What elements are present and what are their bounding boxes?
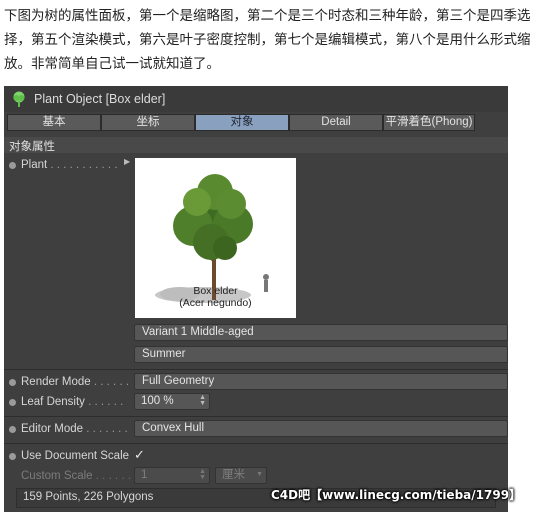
plant-anim-dot[interactable] xyxy=(9,162,16,169)
custom-scale-spinner[interactable]: 1 ▲ ▼ xyxy=(134,467,210,484)
plant-expand-arrow-icon[interactable]: ▶ xyxy=(124,157,130,166)
tab-coordinates[interactable]: 坐标 xyxy=(101,114,195,131)
divider xyxy=(4,443,508,444)
render-mode-dropdown[interactable]: Full Geometry xyxy=(134,373,508,390)
tab-phong[interactable]: 平滑着色(Phong) xyxy=(383,114,475,131)
spinner-arrows-icon[interactable]: ▲ ▼ xyxy=(199,468,206,481)
use-document-scale-anim-dot[interactable] xyxy=(9,453,16,460)
variant-dropdown[interactable]: Variant 1 Middle-aged xyxy=(134,324,508,341)
chevron-down-icon: ▼ xyxy=(256,471,263,478)
section-title: 对象属性 xyxy=(9,141,55,153)
use-document-scale-label: Use Document Scale xyxy=(21,450,130,462)
use-document-scale-checkbox[interactable]: ✓ xyxy=(134,448,148,462)
divider xyxy=(4,369,508,370)
divider xyxy=(4,416,508,417)
plant-object-panel: Plant Object [Box elder] 基本 坐标 对象 Detail… xyxy=(4,86,508,512)
thumbnail-caption-latin: (Acer negundo) xyxy=(179,297,252,309)
tab-bar: 基本 坐标 对象 Detail 平滑着色(Phong) xyxy=(7,114,505,131)
panel-title: Plant Object [Box elder] xyxy=(34,92,166,106)
editor-mode-anim-dot[interactable] xyxy=(9,426,16,433)
custom-scale-value: 1 xyxy=(141,469,148,481)
leaf-density-value: 100 % xyxy=(141,395,174,407)
status-text: 159 Points, 226 Polygons xyxy=(23,491,154,503)
tree-icon xyxy=(13,91,25,107)
spinner-arrows-icon[interactable]: ▲ ▼ xyxy=(199,394,206,407)
watermark-text: C4D吧【www.linecg.com/tieba/1799】 xyxy=(271,488,522,502)
thumbnail-caption-name: Box elder xyxy=(193,285,238,297)
leaf-density-anim-dot[interactable] xyxy=(9,399,16,406)
tab-basic[interactable]: 基本 xyxy=(7,114,101,131)
render-mode-label: Render Mode . . . . . . xyxy=(21,376,130,388)
plant-thumbnail[interactable]: Box elder (Acer negundo) xyxy=(135,158,296,318)
section-header: 对象属性 xyxy=(4,137,508,153)
season-dropdown[interactable]: Summer xyxy=(134,346,508,363)
tab-object[interactable]: 对象 xyxy=(195,114,289,131)
custom-scale-label: Custom Scale . . . . . . xyxy=(21,470,131,482)
plant-label: Plant . . . . . . . . . . . xyxy=(21,159,118,171)
custom-scale-unit-dropdown[interactable]: 厘米 ▼ xyxy=(215,467,267,484)
tab-detail[interactable]: Detail xyxy=(289,114,383,131)
panel-titlebar: Plant Object [Box elder] xyxy=(4,86,508,112)
intro-paragraph: 下图为树的属性面板，第一个是缩略图，第二个是三个时态和三种年龄，第三个是四季选择… xyxy=(4,8,531,72)
custom-scale-unit: 厘米 xyxy=(222,469,245,481)
leaf-density-spinner[interactable]: 100 % ▲ ▼ xyxy=(134,393,210,410)
editor-mode-label: Editor Mode . . . . . . . xyxy=(21,423,128,435)
render-mode-anim-dot[interactable] xyxy=(9,379,16,386)
leaf-density-label: Leaf Density . . . . . . xyxy=(21,396,124,408)
editor-mode-dropdown[interactable]: Convex Hull xyxy=(134,420,508,437)
